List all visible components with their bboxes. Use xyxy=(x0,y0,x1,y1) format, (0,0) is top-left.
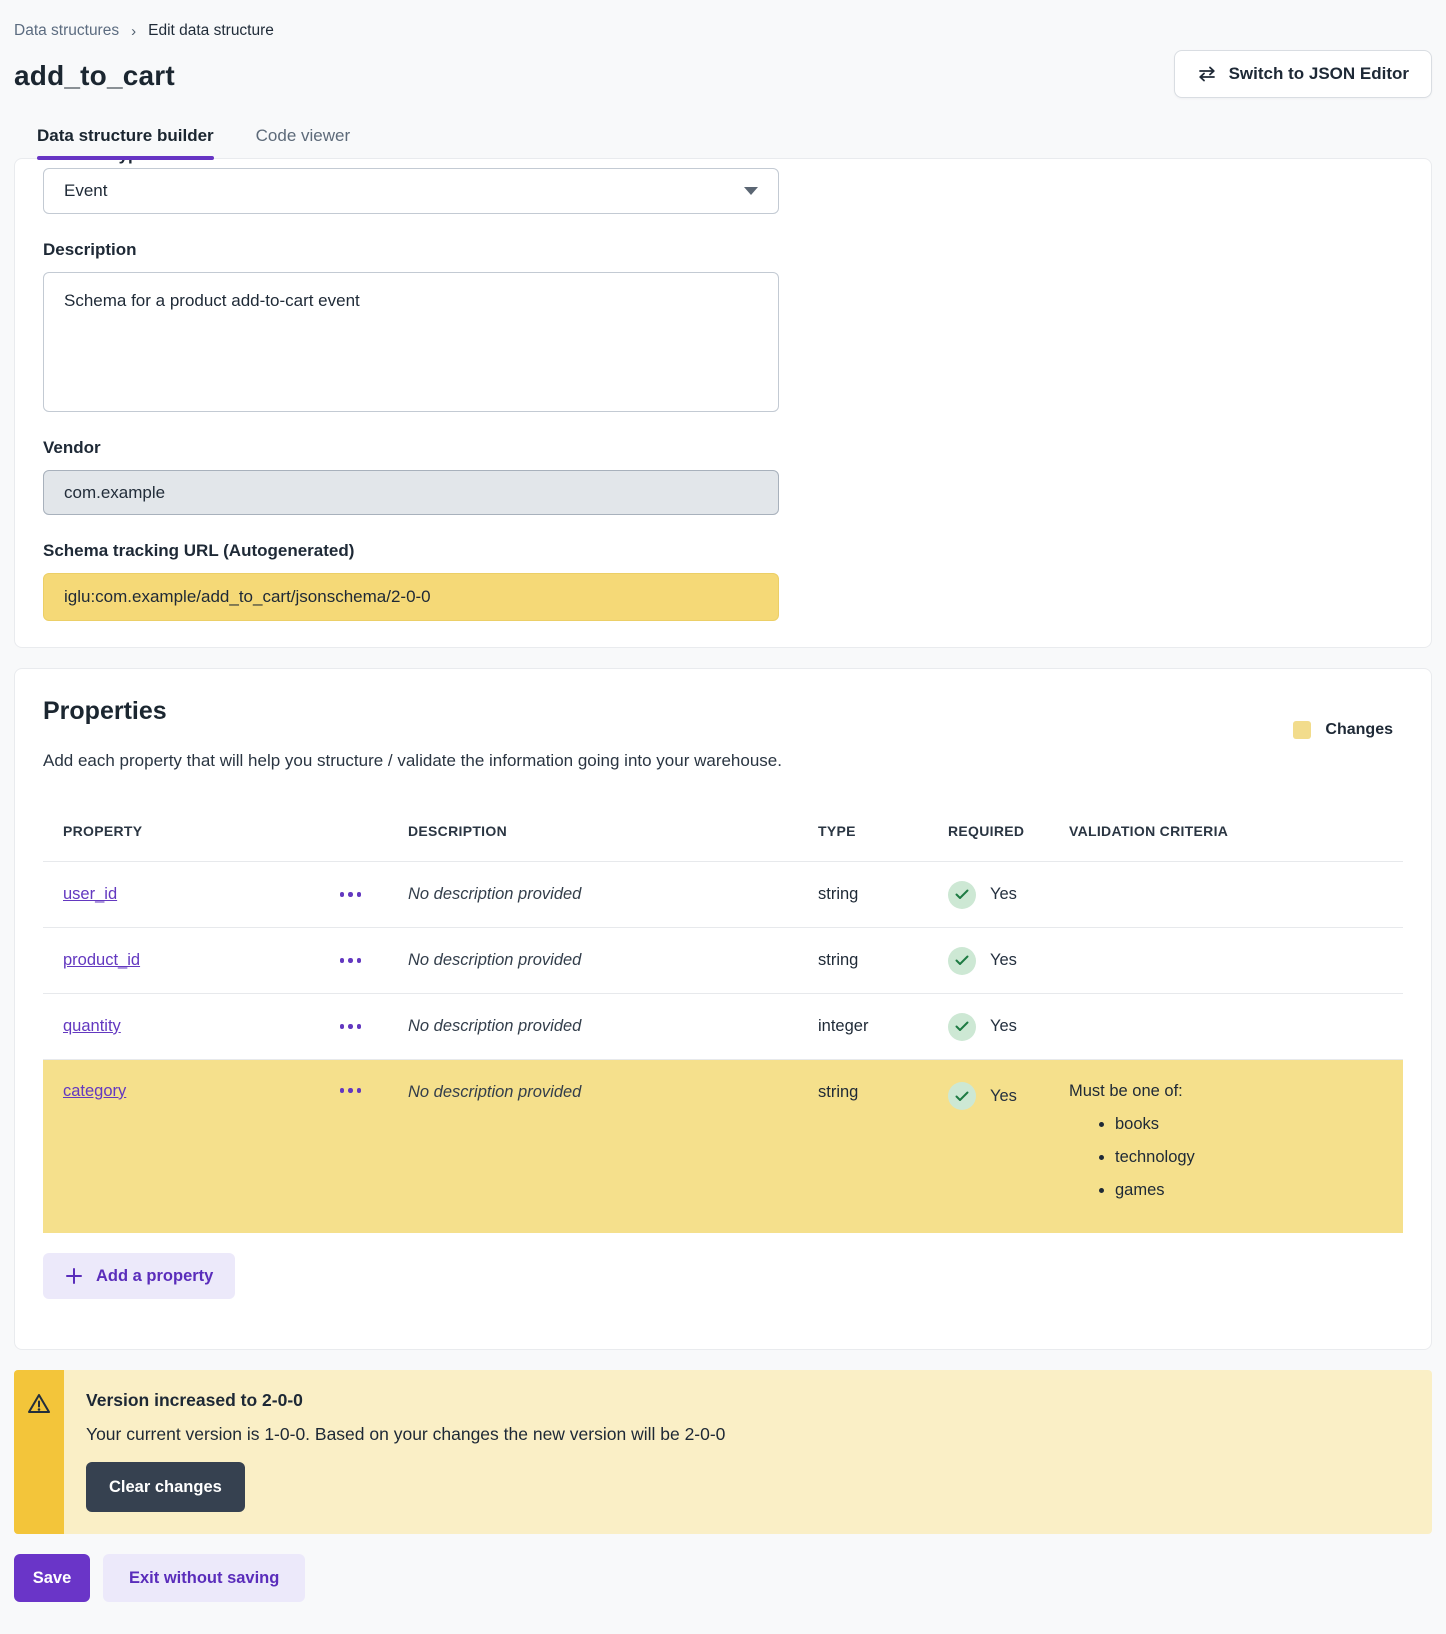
breadcrumb-current: Edit data structure xyxy=(148,22,274,40)
footer-actions: Save Exit without saving xyxy=(14,1554,1432,1602)
properties-subtitle: Add each property that will help you str… xyxy=(43,751,1403,771)
validation-list: books technology games xyxy=(1069,1115,1403,1200)
column-header-property: PROPERTY xyxy=(43,823,293,839)
plus-icon xyxy=(65,1267,83,1285)
properties-title: Properties xyxy=(43,697,167,726)
row-description: No description provided xyxy=(408,951,818,970)
properties-table: PROPERTY DESCRIPTION TYPE REQUIRED VALID… xyxy=(43,809,1403,1233)
table-row: product_id No description provided strin… xyxy=(43,927,1403,993)
title-row: add_to_cart Switch to JSON Editor xyxy=(14,50,1432,98)
property-link[interactable]: quantity xyxy=(63,1017,121,1035)
check-icon xyxy=(948,1082,976,1110)
required-label: Yes xyxy=(990,1087,1017,1106)
check-icon xyxy=(948,947,976,975)
kebab-menu-icon[interactable] xyxy=(334,1018,368,1035)
changes-legend: Changes xyxy=(1293,721,1393,739)
validation-intro: Must be one of: xyxy=(1069,1082,1403,1101)
required-label: Yes xyxy=(990,951,1017,970)
kebab-menu-icon[interactable] xyxy=(334,1082,368,1099)
swap-arrows-icon xyxy=(1197,66,1217,82)
banner-accent-strip xyxy=(14,1370,64,1534)
row-type: string xyxy=(818,1083,948,1102)
row-required: Yes xyxy=(948,947,1069,975)
row-required: Yes xyxy=(948,1082,1069,1110)
add-property-label: Add a property xyxy=(96,1267,213,1286)
row-required: Yes xyxy=(948,1013,1069,1041)
table-row: user_id No description provided string Y… xyxy=(43,861,1403,927)
tracking-url-label: Schema tracking URL (Autogenerated) xyxy=(43,541,1403,561)
banner-title: Version increased to 2-0-0 xyxy=(86,1390,725,1411)
save-button[interactable]: Save xyxy=(14,1554,90,1602)
validation-option: books xyxy=(1115,1115,1403,1134)
tab-data-structure-builder[interactable]: Data structure builder xyxy=(37,126,214,158)
properties-header: Properties Changes xyxy=(43,697,1403,739)
property-link[interactable]: product_id xyxy=(63,951,140,969)
page-title: add_to_cart xyxy=(14,60,175,92)
properties-table-header: PROPERTY DESCRIPTION TYPE REQUIRED VALID… xyxy=(43,809,1403,861)
breadcrumb-parent-link[interactable]: Data structures xyxy=(14,22,119,40)
switch-to-json-editor-button[interactable]: Switch to JSON Editor xyxy=(1174,50,1432,98)
validation-option: technology xyxy=(1115,1148,1403,1167)
changes-label: Changes xyxy=(1325,721,1393,739)
validation-option: games xyxy=(1115,1181,1403,1200)
property-link[interactable]: category xyxy=(63,1082,126,1100)
changes-swatch xyxy=(1293,721,1311,739)
kebab-menu-icon[interactable] xyxy=(334,952,368,969)
column-header-type: TYPE xyxy=(818,823,948,839)
vendor-input: com.example xyxy=(43,470,779,515)
page: Data structures › Edit data structure ad… xyxy=(0,0,1446,1602)
tracking-url-input: iglu:com.example/add_to_cart/jsonschema/… xyxy=(43,573,779,621)
vendor-label: Vendor xyxy=(43,438,1403,458)
switch-button-label: Switch to JSON Editor xyxy=(1229,64,1409,84)
row-description: No description provided xyxy=(408,885,818,904)
row-type: string xyxy=(818,885,948,904)
breadcrumb: Data structures › Edit data structure xyxy=(14,0,1432,40)
banner-body: Your current version is 1-0-0. Based on … xyxy=(86,1424,725,1445)
kebab-menu-icon[interactable] xyxy=(334,886,368,903)
row-required: Yes xyxy=(948,881,1069,909)
schema-type-select[interactable]: Event xyxy=(43,168,779,214)
column-header-required: REQUIRED xyxy=(948,823,1069,839)
table-row: category No description provided string … xyxy=(43,1059,1403,1233)
validation-cell: Must be one of: books technology games xyxy=(1069,1082,1403,1200)
tab-code-viewer[interactable]: Code viewer xyxy=(256,126,351,158)
row-description: No description provided xyxy=(408,1017,818,1036)
required-label: Yes xyxy=(990,885,1017,904)
row-description: No description provided xyxy=(408,1083,818,1102)
column-header-validation: VALIDATION CRITERIA xyxy=(1069,823,1403,839)
property-link[interactable]: user_id xyxy=(63,885,117,903)
properties-card: Properties Changes Add each property tha… xyxy=(14,668,1432,1350)
description-textarea[interactable]: Schema for a product add-to-cart event xyxy=(43,272,779,412)
check-icon xyxy=(948,881,976,909)
warning-triangle-icon xyxy=(25,1390,53,1418)
add-property-button[interactable]: Add a property xyxy=(43,1253,235,1299)
column-header-description: DESCRIPTION xyxy=(408,823,818,839)
row-type: integer xyxy=(818,1017,948,1036)
exit-without-saving-button[interactable]: Exit without saving xyxy=(103,1554,305,1602)
properties-table-body: user_id No description provided string Y… xyxy=(43,861,1403,1233)
table-row: quantity No description provided integer… xyxy=(43,993,1403,1059)
banner-content: Version increased to 2-0-0 Your current … xyxy=(64,1370,745,1534)
required-label: Yes xyxy=(990,1017,1017,1036)
clear-changes-button[interactable]: Clear changes xyxy=(86,1462,245,1512)
schema-type-value: Event xyxy=(64,181,107,201)
check-icon xyxy=(948,1013,976,1041)
tab-bar: Data structure builder Code viewer xyxy=(14,126,1432,158)
chevron-down-icon xyxy=(744,187,758,195)
schema-form-card: Schema type Event Description Schema for… xyxy=(14,158,1432,648)
version-warning-banner: Version increased to 2-0-0 Your current … xyxy=(14,1370,1432,1534)
schema-type-label-clipped: Schema type xyxy=(43,159,1403,168)
row-type: string xyxy=(818,951,948,970)
description-label: Description xyxy=(43,240,1403,260)
breadcrumb-separator-icon: › xyxy=(131,23,136,40)
